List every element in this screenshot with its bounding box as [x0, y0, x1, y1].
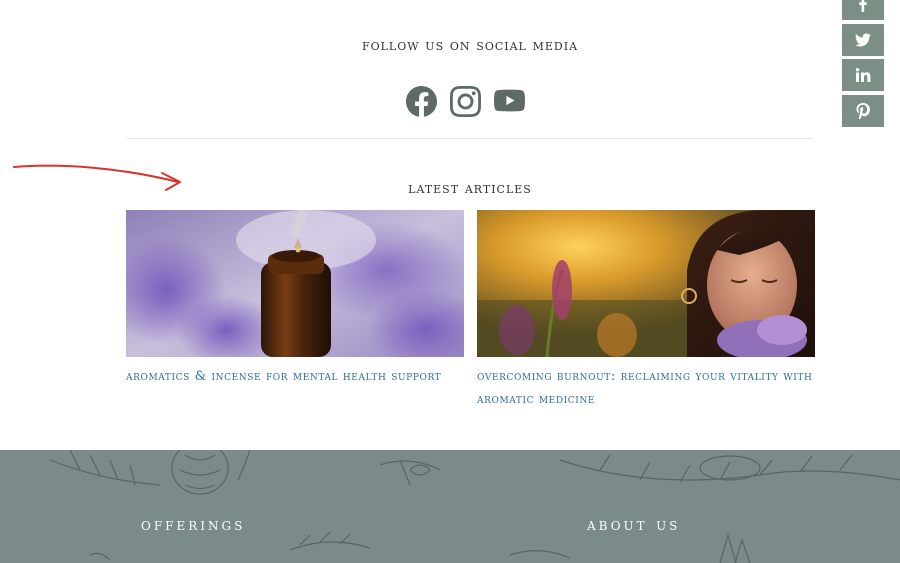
article-title-link[interactable]: AROMATICS & INCENSE FOR MENTAL HEALTH SU…: [126, 365, 464, 388]
share-bar: [842, 0, 884, 130]
youtube-icon: [493, 89, 525, 112]
facebook-icon: [405, 85, 437, 117]
article-card: OVERCOMING BURNOUT: RECLAIMING YOUR VITA…: [477, 210, 815, 411]
instagram-icon: [449, 85, 481, 117]
instagram-link[interactable]: [449, 84, 481, 118]
latest-articles-heading: LATEST ARTICLES: [408, 179, 532, 197]
social-heading: FOLLOW US ON SOCIAL MEDIA: [361, 36, 579, 54]
section-divider: [126, 138, 812, 139]
facebook-link[interactable]: [405, 84, 437, 118]
article-card: AROMATICS & INCENSE FOR MENTAL HEALTH SU…: [126, 210, 464, 388]
article-title-link[interactable]: OVERCOMING BURNOUT: RECLAIMING YOUR VITA…: [477, 365, 815, 411]
botanical-illustration-background: [49, 450, 900, 563]
share-pinterest-button[interactable]: [842, 94, 884, 127]
pinterest-icon: [856, 102, 870, 119]
article-image[interactable]: [477, 210, 815, 357]
footer-offerings-heading: OFFERINGS: [141, 515, 246, 535]
youtube-link[interactable]: [493, 84, 525, 118]
share-linkedin-button[interactable]: [842, 59, 884, 91]
lavender-oil-image: [126, 210, 464, 357]
social-icons: [405, 84, 525, 118]
footer-about-heading: ABOUT US: [587, 515, 681, 535]
woman-lavender-image: [477, 210, 815, 357]
share-facebook-button[interactable]: [842, 0, 884, 20]
article-image[interactable]: [126, 210, 464, 357]
facebook-icon: [859, 0, 867, 12]
linkedin-icon: [855, 68, 871, 82]
site-footer: OFFERINGS ABOUT US: [0, 450, 900, 563]
